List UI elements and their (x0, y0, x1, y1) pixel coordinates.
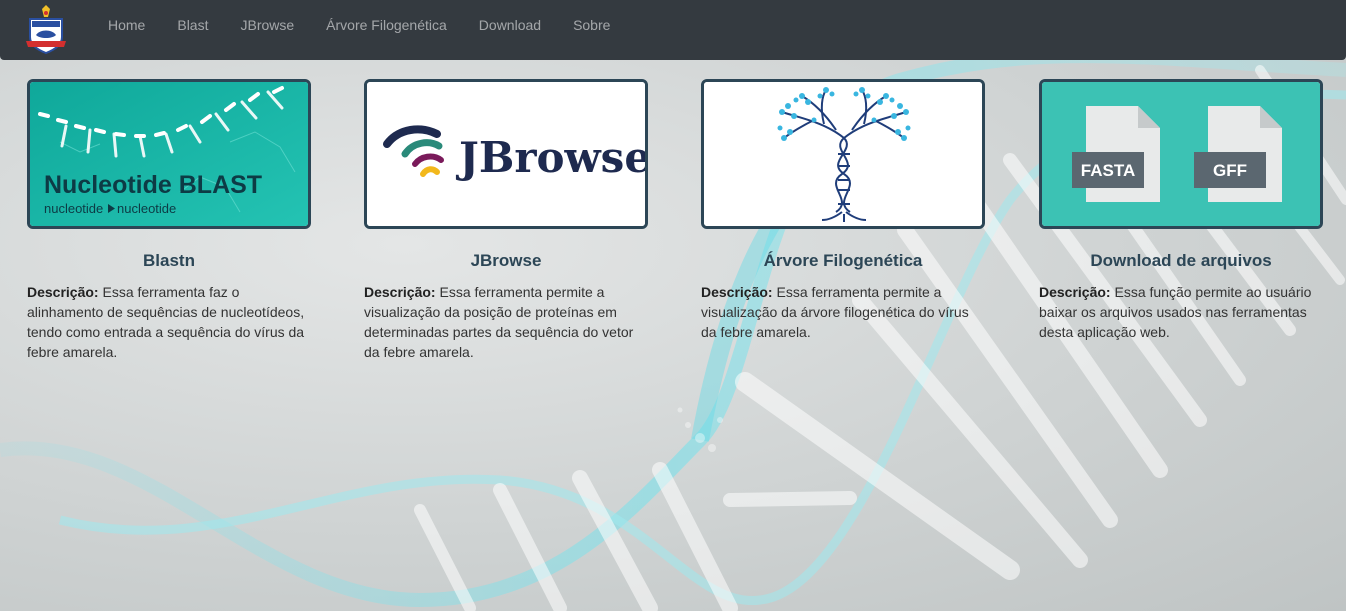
jbrowse-logo: JBrowse (367, 82, 645, 226)
card-description: Descrição: Essa ferramenta permite a vis… (701, 282, 985, 342)
blast-banner-sub-right: nucleotide (117, 201, 176, 216)
nav-link-home[interactable]: Home (92, 17, 161, 33)
file-icons-banner: FASTA GFF (1042, 82, 1320, 226)
fasta-label: FASTA (1081, 161, 1135, 180)
card-download: FASTA GFF Download de arquivos Descrição… (1039, 79, 1323, 342)
nav-link-blast[interactable]: Blast (161, 17, 224, 33)
gff-label: GFF (1213, 161, 1247, 180)
university-crest-icon[interactable] (24, 5, 68, 55)
card-blastn: Nucleotide BLAST nucleotide nucleotide B… (27, 79, 311, 362)
card-title: Árvore Filogenética (763, 251, 923, 270)
dna-tree-icon (704, 82, 982, 226)
card-title: JBrowse (470, 251, 542, 270)
card-description: Descrição: Essa ferramenta permite a vis… (364, 282, 648, 362)
blast-banner-sub-left: nucleotide (44, 201, 103, 216)
download-image-link[interactable]: FASTA GFF (1039, 79, 1323, 229)
jbrowse-image-link[interactable]: JBrowse (364, 79, 648, 229)
blastn-image-link[interactable]: Nucleotide BLAST nucleotide nucleotide (27, 79, 311, 229)
card-description: Descrição: Essa função permite ao usuári… (1039, 282, 1323, 342)
nav-link-arvore-filogenetica[interactable]: Árvore Filogenética (310, 17, 463, 33)
card-arvore-filogenetica: Árvore Filogenética Descrição: Essa ferr… (701, 79, 985, 342)
description-label: Descrição: (701, 284, 773, 300)
nav-link-download[interactable]: Download (463, 17, 557, 33)
description-label: Descrição: (364, 284, 436, 300)
nucleotide-blast-banner: Nucleotide BLAST nucleotide nucleotide (30, 82, 308, 226)
blast-banner-heading: Nucleotide BLAST (44, 171, 262, 199)
description-label: Descrição: (27, 284, 99, 300)
jbrowse-wordmark: JBrowse (455, 133, 645, 182)
card-description: Descrição: Essa ferramenta faz o alinham… (27, 282, 311, 362)
top-navbar: Home Blast JBrowse Árvore Filogenética D… (0, 0, 1346, 60)
nav-link-jbrowse[interactable]: JBrowse (224, 17, 310, 33)
description-label: Descrição: (1039, 284, 1111, 300)
card-jbrowse: JBrowse JBrowse Descrição: Essa ferramen… (364, 79, 648, 362)
nav-link-sobre[interactable]: Sobre (557, 17, 626, 33)
card-title: Blastn (143, 251, 195, 270)
arvore-image-link[interactable] (701, 79, 985, 229)
card-title: Download de arquivos (1090, 251, 1272, 270)
